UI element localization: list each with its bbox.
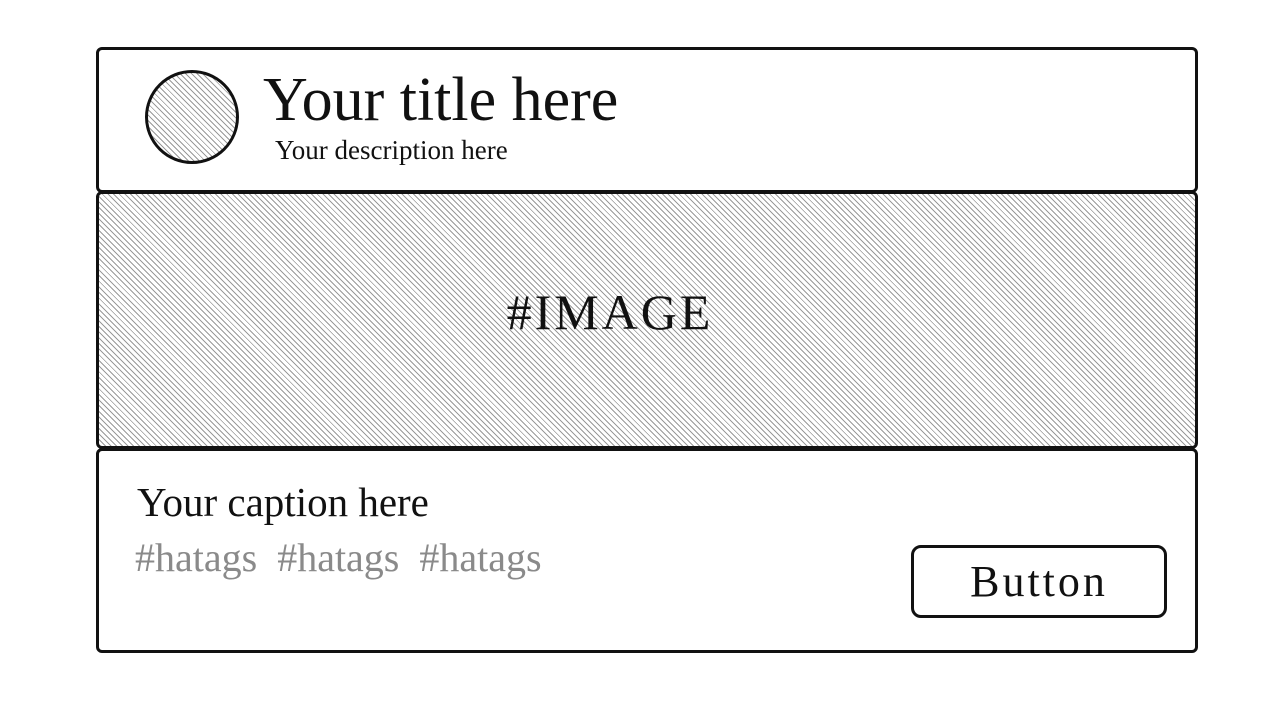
hashtag-list: #hatags #hatags #hatags bbox=[135, 536, 542, 580]
action-button[interactable]: Button bbox=[911, 545, 1167, 618]
post-header: Your title here Your description here bbox=[96, 47, 1198, 193]
hashtag[interactable]: #hatags bbox=[419, 536, 541, 580]
post-caption: Your caption here bbox=[137, 479, 429, 525]
post-footer: Your caption here #hatags #hatags #hatag… bbox=[96, 448, 1198, 653]
image-placeholder-label: #IMAGE bbox=[506, 284, 714, 340]
hashtag[interactable]: #hatags bbox=[277, 536, 399, 580]
image-placeholder[interactable]: #IMAGE bbox=[96, 191, 1198, 449]
post-title: Your title here bbox=[263, 66, 619, 134]
avatar-placeholder-icon[interactable] bbox=[145, 70, 239, 164]
post-description: Your description here bbox=[275, 135, 508, 165]
hashtag[interactable]: #hatags bbox=[135, 536, 257, 580]
